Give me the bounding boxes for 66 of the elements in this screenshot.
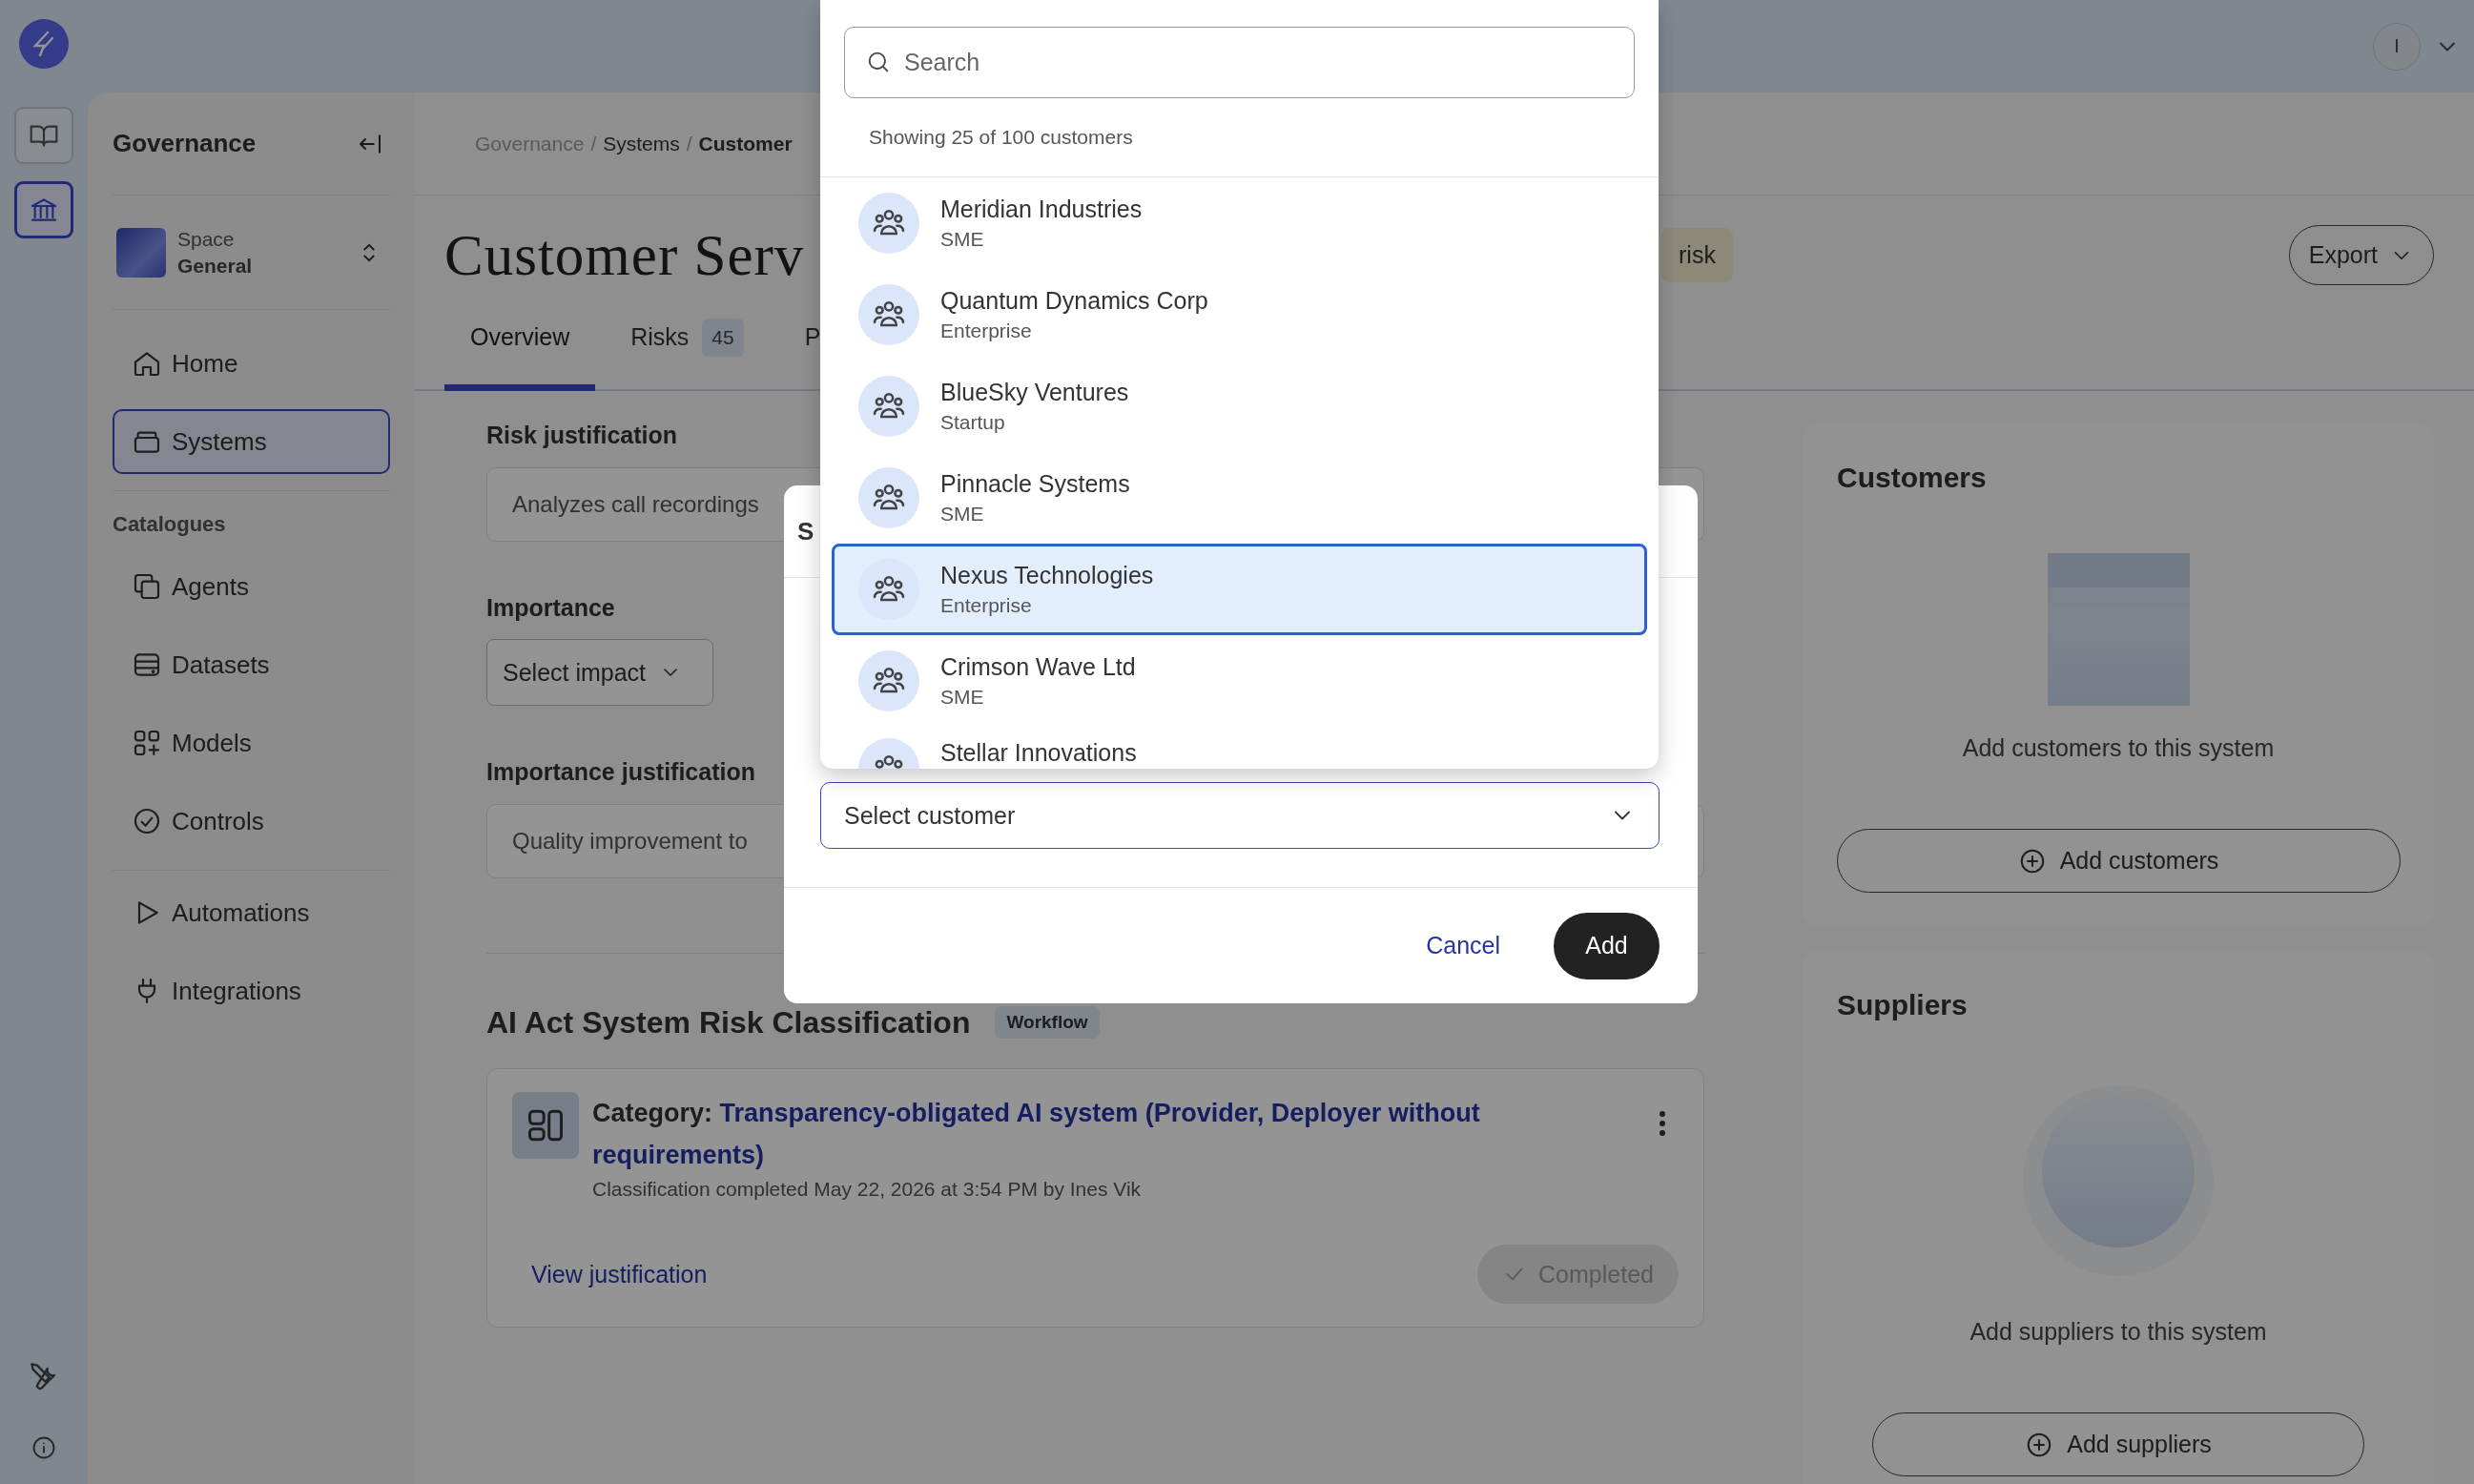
nav-item[interactable]: Integrations <box>113 958 390 1023</box>
nav-item[interactable]: Systems <box>113 409 390 474</box>
tab[interactable]: Risks 45 <box>605 315 770 391</box>
customer-name: Stellar Innovations <box>940 738 1137 767</box>
sidebar-title: Governance <box>113 129 257 158</box>
section-heading: Catalogues <box>113 511 227 538</box>
grid-icon <box>132 728 162 758</box>
layout-icon <box>512 1092 579 1159</box>
field-label: Importance justification <box>486 757 755 786</box>
category-title: Category: Transparency-obligated AI system (Provider, Deployer without requirements) <box>592 1098 1481 1171</box>
info-icon[interactable] <box>31 1434 57 1461</box>
customer-name: Crimson Wave Ltd <box>940 652 1136 681</box>
classification-meta: Classification completed May 22, 2026 at 3:54 PM by Ines Vik <box>592 1178 1143 1201</box>
logo-icon[interactable] <box>19 19 69 69</box>
customer-type-label: SME <box>940 227 985 252</box>
workflow-badge: Workflow <box>995 1006 1100 1039</box>
breadcrumb-link[interactable]: Customer <box>698 132 793 155</box>
customer-option[interactable]: Nexus Technologies Enterprise <box>832 544 1647 635</box>
tab[interactable]: Overview <box>444 315 596 391</box>
nav-item[interactable]: Home <box>113 331 390 396</box>
card-title: Suppliers <box>1837 988 1968 1022</box>
risk-badge: risk <box>1661 228 1733 282</box>
breadcrumb-link[interactable]: Systems <box>603 132 680 155</box>
customer-name: Pinnacle Systems <box>940 469 1130 498</box>
nav-item[interactable]: Datasets <box>113 632 390 697</box>
check-circle-icon <box>132 806 162 836</box>
copy-icon <box>132 571 162 602</box>
customer-option[interactable]: Crimson Wave Ltd SME <box>832 635 1647 727</box>
card-title: Customers <box>1837 461 1987 495</box>
page-title: Customer Serv <box>444 221 805 289</box>
customer-name: Nexus Technologies <box>940 561 1154 589</box>
customer-option[interactable]: Pinnacle Systems SME <box>832 452 1647 544</box>
empty-state-text: Add suppliers to this system <box>1969 1318 2267 1346</box>
results-summary: Showing 25 of 100 customers <box>820 98 1659 177</box>
customer-type-label: Startup <box>940 410 1006 435</box>
field-label: Risk justification <box>486 421 678 449</box>
nav-item[interactable]: Automations <box>113 880 390 945</box>
view-justification-link[interactable]: View justification <box>531 1260 708 1288</box>
customer-type-label: Enterprise <box>940 319 1033 343</box>
search-field[interactable]: Search <box>844 27 1635 98</box>
dialog-title: S <box>797 516 814 546</box>
breadcrumb-separator: / <box>590 132 597 155</box>
nav-item[interactable]: Models <box>113 711 390 775</box>
space-logo <box>116 227 166 278</box>
nav-item[interactable]: Agents <box>113 554 390 619</box>
impact-select[interactable]: Select impact <box>486 639 713 706</box>
empty-state-text: Add customers to this system <box>1962 734 2275 762</box>
customer-name: Quantum Dynamics Corp <box>940 286 1208 315</box>
count-badge: 45 <box>702 318 744 357</box>
breadcrumb-separator: / <box>686 132 692 155</box>
customer-option[interactable]: Stellar Innovations <box>832 727 1647 769</box>
customer-type-label: SME <box>940 685 985 710</box>
field-label: Importance <box>486 593 615 622</box>
space-switcher[interactable]: Space General <box>113 196 390 310</box>
avatar[interactable]: I <box>2373 22 2421 71</box>
customer-type-label: Enterprise <box>940 593 1033 618</box>
add-button[interactable]: Add <box>1554 912 1660 979</box>
customer-name: Meridian Industries <box>940 195 1143 223</box>
customer-type-label: SME <box>940 502 985 526</box>
section-title: AI Act System Risk Classification <box>486 1006 971 1039</box>
cancel-button[interactable]: Cancel <box>1426 932 1500 959</box>
customer-select[interactable]: Select customer <box>820 782 1660 849</box>
customer-option[interactable]: Meridian Industries SME <box>832 177 1647 269</box>
rail-button[interactable] <box>14 181 73 238</box>
nav-item[interactable]: Controls <box>113 789 390 854</box>
customer-name: BlueSky Ventures <box>940 378 1129 406</box>
